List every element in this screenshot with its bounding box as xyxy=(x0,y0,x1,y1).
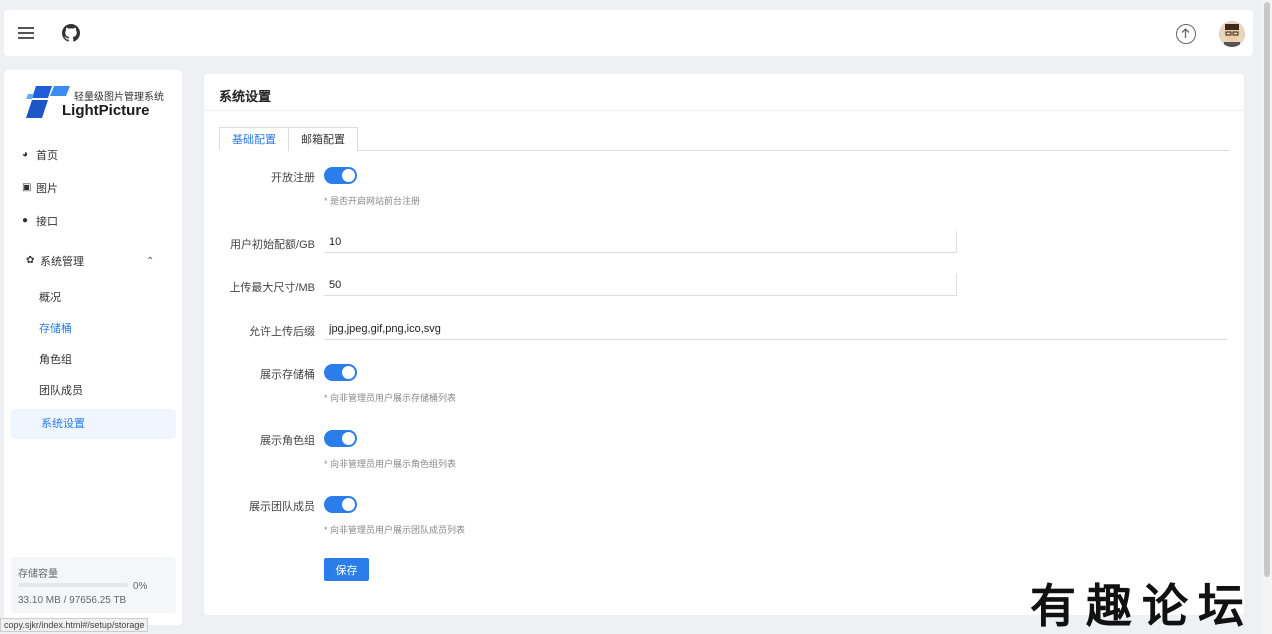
logo-subtitle: 轻量级图片管理系统 xyxy=(74,92,164,103)
divider xyxy=(204,110,1244,111)
storage-progress-bar xyxy=(18,583,128,587)
main-panel: 系统设置 基础配置 邮箱配置 开放注册 * 是否开启网站前台注册 用户初始配额/… xyxy=(204,74,1244,615)
tab-basic-config[interactable]: 基础配置 xyxy=(219,127,289,151)
sidebar-item-label: 首页 xyxy=(36,150,58,162)
sidebar-item-api[interactable]: ● 接口 xyxy=(22,213,58,229)
max-size-label: 上传最大尺寸/MB xyxy=(229,282,315,294)
save-button[interactable]: 保存 xyxy=(324,558,369,581)
sidebar-item-label: 图片 xyxy=(36,183,58,195)
show-roles-hint: * 向非管理员用户展示角色组列表 xyxy=(324,459,457,469)
avatar[interactable] xyxy=(1219,21,1245,47)
watermark: 有趣论坛 xyxy=(1030,579,1254,633)
sidebar-subitem-overview[interactable]: 概况 xyxy=(39,289,61,305)
tab-bar: 基础配置 邮箱配置 xyxy=(219,127,1229,151)
page-title: 系统设置 xyxy=(219,89,272,104)
quota-input[interactable] xyxy=(324,231,957,253)
sidebar-item-label: 接口 xyxy=(36,216,58,228)
tab-email-config[interactable]: 邮箱配置 xyxy=(288,127,358,151)
sidebar-item-system[interactable]: ✿ 系统管理 xyxy=(26,253,84,269)
sidebar-subitem-roles[interactable]: 角色组 xyxy=(39,351,72,367)
sidebar-subitem-storage[interactable]: 存储桶 xyxy=(39,320,72,336)
storage-size: 33.10 MB / 97656.25 TB xyxy=(18,595,127,606)
storage-percent: 0% xyxy=(133,581,148,592)
chevron-up-icon[interactable]: ⌃ xyxy=(146,256,154,267)
register-label: 开放注册 xyxy=(271,172,315,184)
show-roles-label: 展示角色组 xyxy=(260,435,315,447)
scrollbar-thumb[interactable] xyxy=(1264,2,1270,577)
status-bar-url: copy.sjkr/index.html#/setup/storage xyxy=(0,618,149,632)
api-icon: ● xyxy=(22,215,29,226)
sidebar-item-label: 系统管理 xyxy=(40,256,84,268)
storage-label: 存储容量 xyxy=(18,569,58,580)
image-icon: ▣ xyxy=(22,182,32,193)
register-toggle[interactable] xyxy=(324,167,357,184)
max-size-input[interactable] xyxy=(324,274,957,296)
dashboard-icon: ◕ xyxy=(22,149,29,160)
show-team-label: 展示团队成员 xyxy=(249,501,315,513)
show-roles-toggle[interactable] xyxy=(324,430,357,447)
sidebar-item-home[interactable]: ◕ 首页 xyxy=(22,147,58,163)
hamburger-icon[interactable] xyxy=(18,24,34,40)
github-icon[interactable] xyxy=(62,24,80,42)
sidebar-item-images[interactable]: ▣ 图片 xyxy=(22,180,58,196)
show-team-hint: * 向非管理员用户展示团队成员列表 xyxy=(324,525,466,535)
sidebar-subitem-team[interactable]: 团队成员 xyxy=(39,382,83,398)
top-bar xyxy=(4,10,1253,56)
logo-title: LightPicture xyxy=(62,102,150,119)
formats-label: 允许上传后缀 xyxy=(249,326,315,338)
upload-icon[interactable] xyxy=(1176,24,1196,44)
sidebar-subitem-settings[interactable]: 系统设置 xyxy=(11,409,176,439)
gear-icon: ✿ xyxy=(26,255,35,266)
formats-input[interactable] xyxy=(324,318,1227,340)
page-scrollbar[interactable] xyxy=(1262,0,1272,634)
show-storage-label: 展示存储桶 xyxy=(260,369,315,381)
sidebar: 轻量级图片管理系统 LightPicture ◕ 首页 ▣ 图片 ● 接口 ✿ … xyxy=(4,70,182,625)
show-team-toggle[interactable] xyxy=(324,496,357,513)
show-storage-toggle[interactable] xyxy=(324,364,357,381)
logo[interactable]: 轻量级图片管理系统 LightPicture xyxy=(26,84,176,124)
quota-label: 用户初始配额/GB xyxy=(230,239,315,251)
storage-usage: 存储容量 0% 33.10 MB / 97656.25 TB xyxy=(11,557,176,613)
show-storage-hint: * 向非管理员用户展示存储桶列表 xyxy=(324,393,457,403)
register-hint: * 是否开启网站前台注册 xyxy=(324,196,421,206)
